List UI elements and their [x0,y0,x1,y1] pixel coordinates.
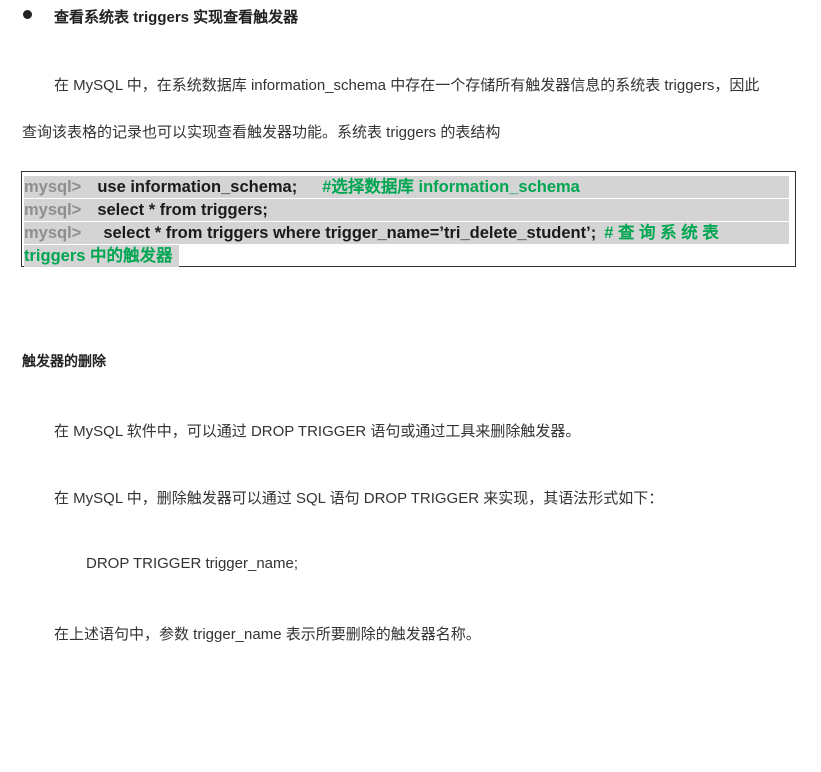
section-heading-view-triggers: 查看系统表 triggers 实现查看触发器 [54,9,299,26]
bullet-dot-icon [23,10,32,19]
section-heading-delete-triggers: 触发器的删除 [22,353,106,369]
syntax-statement: DROP TRIGGER trigger_name; [86,555,299,572]
code-prompt: mysql> [24,201,82,219]
code-command: select * from triggers where trigger_nam… [103,224,597,242]
code-line-1: mysql> use information_schema; #选择数据库 info… [24,176,789,198]
code-comment: # 查 询 系 统 表 [604,224,719,242]
paragraph-parameter-explanation: 在上述语句中，参数 trigger_name 表示所要删除的触发器名称。 [54,626,481,643]
code-line-4: triggers 中的触发器 [24,245,179,267]
code-block: mysql> use information_schema; #选择数据库 info… [21,171,796,267]
intro-paragraph-line2: 查询该表格的记录也可以实现查看触发器功能。系统表 triggers 的表结构 [22,124,501,141]
code-command: use information_schema; [97,178,298,196]
code-comment: #选择数据库 information_schema [322,178,580,196]
paragraph-delete-methods: 在 MySQL 软件中，可以通过 DROP TRIGGER 语句或通过工具来删除… [54,423,581,440]
code-comment: triggers 中的触发器 [24,247,173,265]
code-line-2: mysql> select * from triggers; [24,199,789,221]
intro-paragraph-line1: 在 MySQL 中，在系统数据库 information_schema 中存在一… [54,77,760,94]
code-prompt: mysql> [24,178,82,196]
paragraph-delete-syntax-intro: 在 MySQL 中，删除触发器可以通过 SQL 语句 DROP TRIGGER … [54,490,664,507]
code-command: select * from triggers; [97,201,268,219]
code-line-3: mysql> select * from triggers where trigg… [24,222,789,244]
code-prompt: mysql> [24,224,82,242]
